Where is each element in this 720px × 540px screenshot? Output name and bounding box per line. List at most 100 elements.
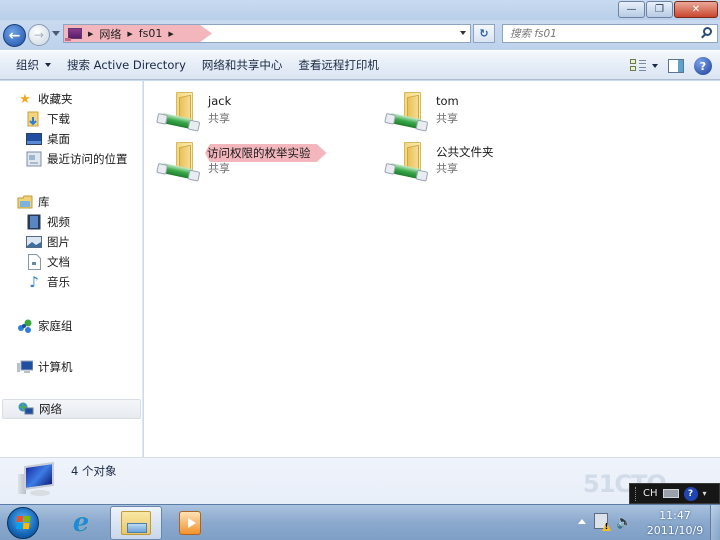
chevron-down-icon: [45, 63, 51, 67]
close-button[interactable]: ✕: [674, 1, 718, 18]
forward-arrow-icon: →: [33, 28, 45, 42]
sidebar-item-label: 视频: [47, 215, 70, 229]
start-button[interactable]: [7, 507, 39, 539]
share-folder-permissions-experiment[interactable]: 访问权限的枚举实验 共享: [144, 136, 364, 182]
computer-icon: [18, 461, 56, 500]
command-bar: 组织 搜索 Active Directory 网络和共享中心 查看远程打印机 ?: [0, 50, 720, 80]
folder-type: 共享: [436, 162, 458, 175]
sidebar-item-label: 计算机: [38, 360, 73, 374]
sidebar-item-libraries[interactable]: 库: [17, 192, 50, 212]
drag-handle[interactable]: [635, 486, 638, 501]
sidebar-item-computer[interactable]: 计算机: [17, 357, 73, 377]
sidebar-item-videos[interactable]: 视频: [26, 212, 70, 232]
navigation-pane: ★ 收藏夹 下载 桌面 最近访问的位置 库 视频 图片 文档 ♪ 音乐 家庭组 …: [0, 81, 143, 457]
taskbar-internet-explorer[interactable]: e: [55, 506, 107, 540]
sidebar-item-label: 收藏夹: [38, 92, 73, 106]
keyboard-icon[interactable]: [662, 489, 679, 498]
windows-explorer-icon: [121, 511, 151, 535]
back-arrow-icon: ←: [8, 27, 21, 44]
address-dropdown-icon[interactable]: [460, 31, 466, 35]
sidebar-item-label: 库: [38, 195, 50, 209]
sidebar-item-label: 下载: [47, 112, 70, 126]
forward-button[interactable]: →: [28, 24, 50, 46]
options-icon[interactable]: ▾: [703, 489, 707, 498]
show-desktop-button[interactable]: [710, 505, 720, 540]
computer-icon: [17, 359, 33, 375]
breadcrumb-network[interactable]: 网络: [99, 26, 121, 42]
details-pane: 4 个对象: [0, 457, 720, 504]
view-options-dropdown-icon[interactable]: [652, 64, 658, 68]
taskbar: e 🔈 11:47 2011/10/9: [0, 504, 720, 540]
folder-name: 公共文件夹: [436, 145, 494, 159]
sidebar-item-network[interactable]: 网络: [2, 399, 141, 419]
search-box: [502, 24, 718, 43]
back-button[interactable]: ←: [3, 24, 26, 47]
taskbar-windows-explorer[interactable]: [110, 506, 162, 540]
recent-pages-dropdown[interactable]: [52, 31, 60, 36]
desktop-icon: [26, 131, 42, 147]
folder-name: jack: [208, 94, 232, 108]
minimize-button[interactable]: —: [618, 1, 645, 18]
sidebar-item-label: 文档: [47, 255, 70, 269]
share-folder-public[interactable]: 公共文件夹 共享: [372, 136, 592, 182]
maximize-button[interactable]: ❐: [646, 1, 673, 18]
download-folder-icon: [26, 111, 42, 127]
sidebar-item-homegroup[interactable]: 家庭组: [17, 316, 73, 336]
shared-folder-icon: [159, 92, 200, 132]
input-language[interactable]: CH: [643, 488, 658, 499]
breadcrumb-separator-icon[interactable]: ▶: [168, 30, 173, 38]
preview-pane-icon[interactable]: [668, 59, 684, 73]
media-player-icon: [179, 511, 201, 535]
breadcrumb-separator-icon[interactable]: ▶: [127, 30, 132, 38]
organize-label: 组织: [16, 58, 39, 72]
sidebar-item-documents[interactable]: 文档: [26, 252, 70, 272]
volume-icon[interactable]: 🔈: [616, 515, 632, 530]
sidebar-item-music[interactable]: ♪ 音乐: [26, 272, 70, 292]
network-icon: [65, 28, 82, 41]
shared-folder-icon: [387, 142, 428, 182]
help-icon[interactable]: ?: [694, 57, 712, 75]
sidebar-item-recent-places[interactable]: 最近访问的位置: [26, 149, 128, 169]
organize-button[interactable]: 组织: [8, 54, 59, 76]
folder-name: tom: [436, 94, 459, 108]
network-sharing-center-button[interactable]: 网络和共享中心: [194, 54, 291, 76]
search-icon[interactable]: [703, 27, 712, 36]
network-warning-icon[interactable]: [594, 513, 608, 529]
sidebar-item-label: 网络: [39, 402, 62, 416]
star-icon: ★: [19, 91, 31, 107]
share-folder-jack[interactable]: jack 共享: [144, 86, 364, 132]
clock[interactable]: 11:47 2011/10/9: [636, 508, 714, 538]
search-active-directory-button[interactable]: 搜索 Active Directory: [59, 54, 194, 76]
address-bar[interactable]: ▶ 网络 ▶ fs01 ▶: [63, 24, 471, 43]
sidebar-item-label: 音乐: [47, 275, 70, 289]
search-input[interactable]: [503, 25, 683, 42]
recent-places-icon: [26, 151, 42, 167]
language-bar: CH ? ▾: [629, 483, 720, 504]
breadcrumb-fs01[interactable]: fs01: [139, 27, 163, 40]
view-remote-printers-button[interactable]: 查看远程打印机: [290, 54, 387, 76]
pictures-icon: [26, 234, 42, 250]
folder-type: 共享: [208, 112, 230, 125]
taskbar-media-player[interactable]: [164, 506, 216, 540]
item-count: 4 个对象: [71, 464, 117, 478]
system-tray: 🔈 11:47 2011/10/9: [570, 505, 720, 540]
sidebar-item-pictures[interactable]: 图片: [26, 232, 70, 252]
sidebar-item-label: 桌面: [47, 132, 70, 146]
share-folder-tom[interactable]: tom 共享: [372, 86, 592, 132]
sidebar-item-desktop[interactable]: 桌面: [26, 129, 70, 149]
folder-type: 共享: [208, 162, 230, 175]
breadcrumb-separator-icon[interactable]: ▶: [88, 30, 93, 38]
show-hidden-icons-icon[interactable]: [578, 519, 586, 524]
refresh-button[interactable]: ↻: [473, 24, 495, 43]
library-icon: [17, 194, 33, 210]
sidebar-item-label: 家庭组: [38, 319, 73, 333]
sidebar-item-downloads[interactable]: 下载: [26, 109, 70, 129]
sidebar-item-favorites[interactable]: ★ 收藏夹: [17, 89, 73, 109]
sidebar-item-label: 最近访问的位置: [47, 152, 128, 166]
help-icon[interactable]: ?: [683, 486, 698, 501]
music-icon: ♪: [29, 273, 39, 291]
change-view-icon[interactable]: [630, 59, 646, 73]
shared-folder-icon: [159, 142, 200, 182]
file-list: jack 共享 tom 共享 访问权限的枚举实验 共享 公共文件夹 共享: [144, 81, 720, 457]
internet-explorer-icon: e: [72, 508, 90, 538]
